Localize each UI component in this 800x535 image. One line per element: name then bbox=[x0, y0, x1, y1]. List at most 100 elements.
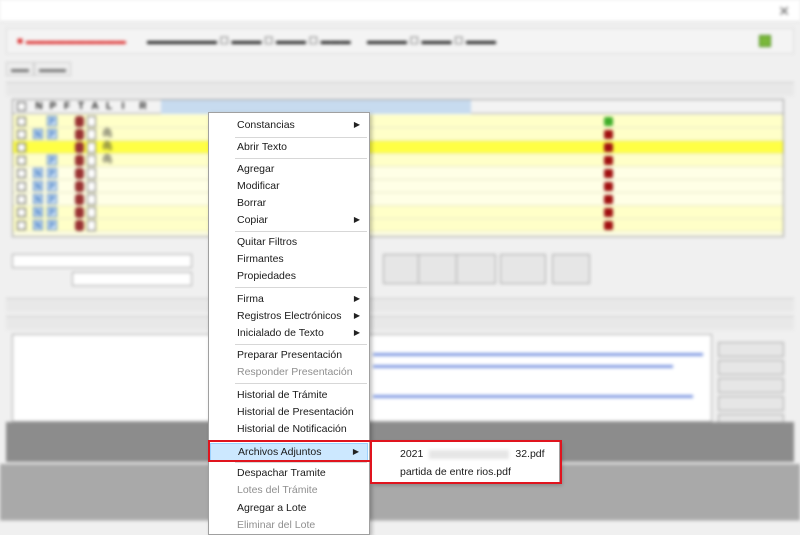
filter-input[interactable] bbox=[12, 254, 192, 268]
p-flag-icon: P bbox=[47, 168, 57, 178]
menu-item-eliminar-del-lote: Eliminar del Lote bbox=[210, 516, 368, 534]
menu-item-label: Quitar Filtros bbox=[237, 236, 298, 248]
menu-item-inicialado-de-texto[interactable]: Inicialado de Texto ▶ bbox=[210, 324, 368, 342]
menu-item-label: Modificar bbox=[237, 180, 280, 192]
seal-icon bbox=[75, 155, 84, 166]
status-indicator bbox=[759, 35, 771, 47]
document-icon bbox=[87, 142, 96, 153]
document-icon bbox=[87, 155, 96, 166]
seal-icon bbox=[75, 129, 84, 140]
table-row-selected[interactable]: 🖇 bbox=[13, 141, 783, 154]
row-checkbox[interactable] bbox=[17, 182, 26, 191]
toolbar-button[interactable] bbox=[552, 254, 590, 284]
row-checkbox[interactable] bbox=[17, 143, 26, 152]
toolbar-button[interactable] bbox=[418, 254, 458, 284]
menu-item-preparar-presentacion[interactable]: Preparar Presentación bbox=[210, 346, 368, 364]
document-icon bbox=[87, 116, 96, 127]
document-icon bbox=[87, 181, 96, 192]
toolbar-button[interactable] bbox=[383, 254, 423, 284]
menu-item-firmantes[interactable]: Firmantes bbox=[210, 250, 368, 268]
menu-item-responder-presentacion: Responder Presentación bbox=[210, 363, 368, 381]
table-row[interactable]: N P bbox=[13, 167, 783, 180]
seal-icon bbox=[75, 168, 84, 179]
row-checkbox[interactable] bbox=[17, 195, 26, 204]
menu-item-label: Firmantes bbox=[237, 253, 284, 265]
menu-item-constancias[interactable]: Constancias ▶ bbox=[210, 116, 368, 134]
tramites-grid[interactable]: N P F T A L I R P N P 🖇 🖇 P 🖇 N P N P N … bbox=[12, 99, 784, 237]
side-button[interactable] bbox=[718, 396, 784, 411]
row-checkbox[interactable] bbox=[17, 221, 26, 230]
menu-item-propiedades[interactable]: Propiedades bbox=[210, 267, 368, 285]
table-row[interactable]: N P bbox=[13, 206, 783, 219]
date-input[interactable] bbox=[72, 272, 192, 286]
column-header-p: P bbox=[49, 101, 57, 112]
select-all-checkbox[interactable] bbox=[17, 102, 26, 111]
menu-item-label: Borrar bbox=[237, 197, 267, 209]
toolbar-button[interactable] bbox=[500, 254, 546, 284]
attachment-item-2021-pdf[interactable]: 2021 32.pdf bbox=[400, 445, 555, 463]
table-row[interactable]: P 🖇 bbox=[13, 154, 783, 167]
menu-item-agregar[interactable]: Agregar bbox=[210, 160, 368, 178]
table-row[interactable]: N P bbox=[13, 180, 783, 193]
status-dot bbox=[604, 130, 613, 139]
p-flag-icon: P bbox=[47, 129, 57, 139]
table-row[interactable]: P bbox=[13, 115, 783, 128]
attachment-name-suffix: 32.pdf bbox=[515, 448, 545, 460]
p-flag-icon: P bbox=[47, 207, 57, 217]
n-flag-icon: N bbox=[33, 220, 43, 230]
menu-item-copiar[interactable]: Copiar ▶ bbox=[210, 211, 368, 229]
side-button[interactable] bbox=[718, 342, 784, 357]
close-icon[interactable]: ✕ bbox=[778, 3, 790, 20]
document-icon bbox=[87, 220, 96, 231]
menu-item-modificar[interactable]: Modificar bbox=[210, 177, 368, 195]
triangle-right-icon: ▶ bbox=[353, 215, 360, 224]
row-checkbox[interactable] bbox=[17, 117, 26, 126]
row-checkbox[interactable] bbox=[17, 156, 26, 165]
menu-separator bbox=[235, 440, 367, 441]
document-icon bbox=[87, 168, 96, 179]
triangle-right-icon: ▶ bbox=[353, 328, 360, 337]
column-header-l: L bbox=[105, 101, 113, 112]
paperclip-icon: 🖇 bbox=[101, 128, 114, 139]
menu-item-archivos-adjuntos[interactable]: Archivos Adjuntos ▶ bbox=[210, 443, 368, 461]
n-flag-icon: N bbox=[33, 194, 43, 204]
menu-item-firma[interactable]: Firma ▶ bbox=[210, 290, 368, 308]
status-dot bbox=[604, 117, 613, 126]
menu-item-historial-de-tramite[interactable]: Historial de Trámite bbox=[210, 386, 368, 404]
row-checkbox[interactable] bbox=[17, 130, 26, 139]
menu-item-historial-de-notificacion[interactable]: Historial de Notificación bbox=[210, 420, 368, 438]
column-header-n: N bbox=[35, 101, 43, 112]
triangle-right-icon: ▶ bbox=[353, 311, 360, 320]
table-row[interactable]: N P 🖇 bbox=[13, 128, 783, 141]
menu-item-lotes-del-tramite: Lotes del Trámite bbox=[210, 481, 368, 499]
row-checkbox[interactable] bbox=[17, 208, 26, 217]
n-flag-icon: N bbox=[33, 129, 43, 139]
side-button[interactable] bbox=[718, 360, 784, 375]
table-row[interactable]: N P bbox=[13, 219, 783, 232]
toolbar-button[interactable] bbox=[456, 254, 496, 284]
menu-item-quitar-filtros[interactable]: Quitar Filtros bbox=[210, 233, 368, 251]
menu-item-abrir-texto[interactable]: Abrir Texto bbox=[210, 138, 368, 156]
menu-item-label: Constancias bbox=[237, 119, 295, 131]
status-dot bbox=[604, 156, 613, 165]
table-row[interactable]: N P bbox=[13, 193, 783, 206]
menu-item-agregar-a-lote[interactable]: Agregar a Lote bbox=[210, 499, 368, 517]
menu-separator bbox=[235, 231, 367, 232]
attachment-name: partida de entre rios.pdf bbox=[400, 466, 511, 478]
menu-item-despachar-tramite[interactable]: Despachar Tramite bbox=[210, 464, 368, 482]
side-button[interactable] bbox=[718, 378, 784, 393]
status-dot bbox=[604, 143, 613, 152]
menu-item-registros-electronicos[interactable]: Registros Electrónicos ▶ bbox=[210, 307, 368, 325]
menu-item-historial-de-presentacion[interactable]: Historial de Presentación bbox=[210, 403, 368, 421]
status-dot bbox=[604, 182, 613, 191]
document-icon bbox=[87, 207, 96, 218]
seal-icon bbox=[75, 220, 84, 231]
grid-header: N P F T A L I R bbox=[13, 100, 783, 114]
attachment-item-partida-pdf[interactable]: partida de entre rios.pdf bbox=[400, 463, 555, 481]
status-dot bbox=[604, 169, 613, 178]
menu-separator bbox=[235, 383, 367, 384]
menu-item-borrar[interactable]: Borrar bbox=[210, 194, 368, 212]
menu-item-label: Despachar Tramite bbox=[237, 467, 326, 479]
row-checkbox[interactable] bbox=[17, 169, 26, 178]
filter-bar: ■ ▬▬▬▬▬▬▬▬▬▬ ▬▬▬▬▬▬▬ ☐ ▬▬▬ ☐ ▬▬▬ ☐ ▬▬▬ ▬… bbox=[6, 28, 794, 54]
